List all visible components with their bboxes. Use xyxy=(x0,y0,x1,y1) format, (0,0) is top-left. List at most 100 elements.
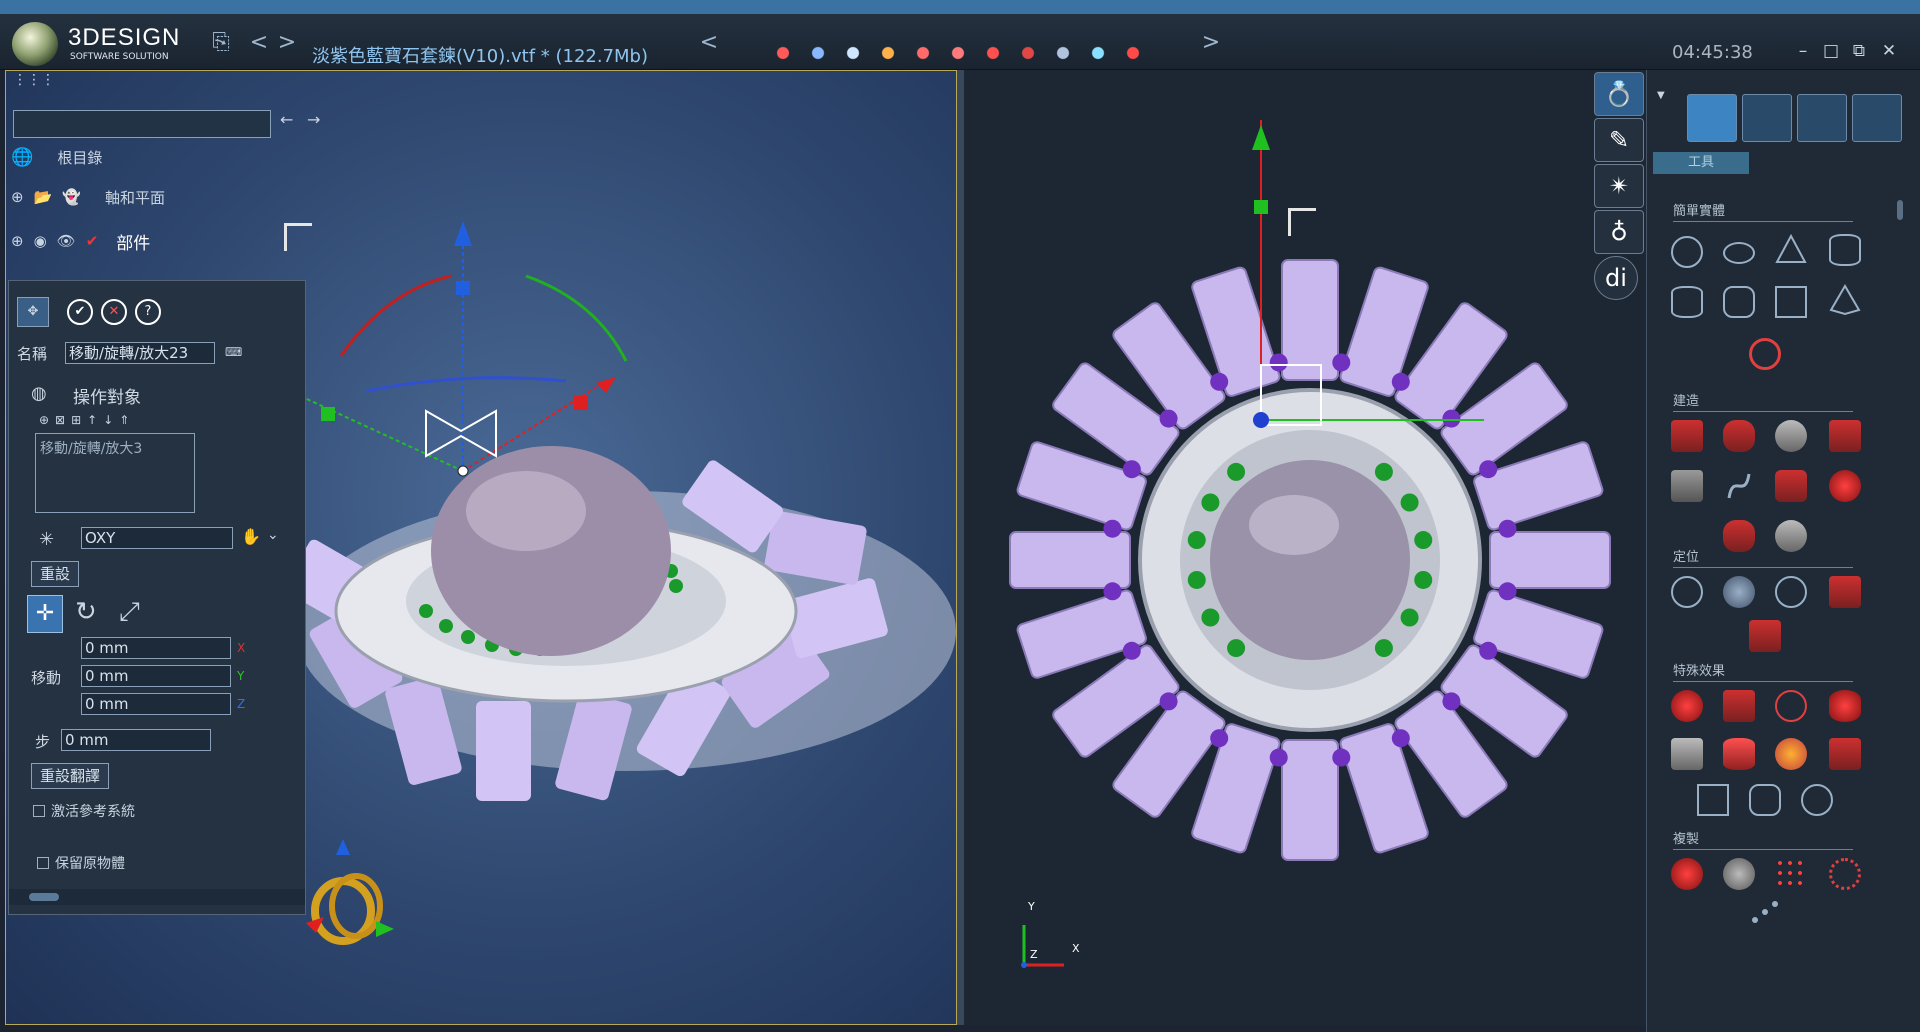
hand-icon[interactable]: ✋ xyxy=(241,527,261,546)
close-button[interactable]: ✕ xyxy=(1878,40,1900,62)
cube-icon[interactable] xyxy=(1775,286,1807,318)
sweep-icon[interactable] xyxy=(1829,420,1861,452)
tree-back-button[interactable]: ← xyxy=(280,110,293,129)
tools-scroll-thumb[interactable] xyxy=(1897,200,1903,220)
name-input[interactable]: 移動/旋轉/放大23 xyxy=(65,342,215,364)
revolve-icon[interactable] xyxy=(1775,420,1807,452)
cylinder-icon[interactable] xyxy=(1829,234,1861,266)
curve-tool-icon[interactable] xyxy=(805,40,831,66)
capsule-icon[interactable] xyxy=(1723,286,1755,318)
plane-input[interactable]: OXY xyxy=(81,527,233,549)
tree-item-axes[interactable]: ⊕ 📂 👻 軸和平面 xyxy=(11,184,165,210)
gem-tool-icon[interactable] xyxy=(840,40,866,66)
expand-icon[interactable]: ⊕ xyxy=(11,232,24,250)
wireframe-icon[interactable] xyxy=(1697,784,1729,816)
undo-button[interactable]: < xyxy=(246,30,272,56)
grid-array-icon[interactable] xyxy=(1775,858,1807,890)
texture-icon[interactable] xyxy=(1775,738,1807,770)
ok-icon[interactable]: ✔ xyxy=(67,299,93,325)
di-icon[interactable]: di xyxy=(1594,256,1638,300)
panel-scrollbar[interactable] xyxy=(9,889,305,905)
tree-item-root[interactable]: 🌐 根目錄 xyxy=(11,144,102,170)
pen-icon[interactable]: ✎ xyxy=(1594,118,1644,162)
loft-icon[interactable] xyxy=(1723,420,1755,452)
tree-search-input[interactable] xyxy=(13,110,271,138)
reset-translate-button[interactable]: 重設翻譯 xyxy=(31,763,110,789)
link-tool-icon[interactable] xyxy=(1050,40,1076,66)
lattice-icon[interactable] xyxy=(1801,784,1833,816)
network-icon[interactable]: ✴ xyxy=(1594,164,1644,208)
scale-mode-icon[interactable]: ⤢ xyxy=(119,597,140,628)
reset-button[interactable]: 重設 xyxy=(31,561,80,587)
rotate-mode-icon[interactable]: ↻ xyxy=(75,597,97,627)
checkbox-box[interactable] xyxy=(37,857,49,869)
target-list-item[interactable]: 移動/旋轉/放大3 xyxy=(36,434,194,462)
surface-icon[interactable] xyxy=(1775,470,1807,502)
voronoi-icon[interactable] xyxy=(1749,784,1781,816)
scrollbar-thumb[interactable] xyxy=(29,893,59,901)
pattern-icon[interactable] xyxy=(1829,738,1861,770)
flatten-icon[interactable] xyxy=(1829,690,1861,722)
cancel-icon[interactable]: ✕ xyxy=(101,299,127,325)
keep-original-checkbox[interactable]: 保留原物體 xyxy=(37,853,125,873)
tab-settings[interactable] xyxy=(1797,94,1847,142)
tab-gems[interactable] xyxy=(1742,94,1792,142)
mode-tab-label[interactable]: 工具 xyxy=(1653,152,1749,174)
material-tool-icon[interactable] xyxy=(875,40,901,66)
target-list-toolbar[interactable]: ⊕⊠⊞↑↓⇑ xyxy=(39,413,135,427)
mesh-tool-icon[interactable] xyxy=(1085,40,1111,66)
toolbar-scroll-right[interactable]: > xyxy=(1198,30,1224,56)
hole-icon[interactable] xyxy=(1671,738,1703,770)
move-y-input[interactable]: 0 mm xyxy=(81,665,231,687)
align-icon[interactable] xyxy=(1723,576,1755,608)
tree-item-parts[interactable]: ⊕ ◉ 👁 ✔ 部件 xyxy=(11,228,150,254)
render-ring-icon[interactable]: ♁ xyxy=(1594,210,1644,254)
extrude-icon[interactable] xyxy=(1671,420,1703,452)
boolean-icon[interactable] xyxy=(1671,690,1703,722)
pave-tool-icon[interactable] xyxy=(980,40,1006,66)
target-list[interactable]: 移動/旋轉/放大3 xyxy=(35,433,195,513)
cone-icon[interactable] xyxy=(1775,233,1807,266)
twist-icon[interactable] xyxy=(1775,690,1807,722)
move-z-input[interactable]: 0 mm xyxy=(81,693,231,715)
save-icon[interactable]: ⎘ xyxy=(208,30,234,56)
pipe-icon[interactable] xyxy=(1671,470,1703,502)
curve-sweep-icon[interactable] xyxy=(1723,470,1755,502)
tab-shapes[interactable] xyxy=(1687,94,1737,142)
sphere-icon[interactable] xyxy=(1671,236,1703,268)
path-array-icon[interactable] xyxy=(1749,900,1781,924)
redo-button[interactable]: > xyxy=(274,30,300,56)
transform-mode-icon[interactable]: ✥ xyxy=(17,297,49,327)
tree-forward-button[interactable]: → xyxy=(307,110,320,129)
grid-menu-icon[interactable]: ⋮⋮⋮ xyxy=(13,72,55,88)
project-icon[interactable] xyxy=(1749,620,1781,652)
pivot-icon[interactable] xyxy=(1671,576,1703,608)
torus-icon[interactable] xyxy=(1723,242,1755,264)
circular-array-icon[interactable] xyxy=(1829,858,1861,890)
checkbox-box[interactable] xyxy=(33,805,45,817)
ring-view-icon[interactable]: 💍 xyxy=(1594,72,1644,116)
minimize-button[interactable]: – xyxy=(1792,40,1814,62)
chevron-down-icon[interactable]: ⌄ xyxy=(267,527,279,543)
viewport-top[interactable]: Y X Z xyxy=(964,70,1646,1025)
restore-button[interactable]: ⧉ xyxy=(1848,40,1870,62)
move-mode-icon[interactable]: ✛ xyxy=(27,595,63,633)
place-on-icon[interactable] xyxy=(1775,576,1807,608)
shell-icon[interactable] xyxy=(1829,470,1861,502)
pyramid-icon[interactable] xyxy=(1829,284,1861,316)
spiral-tool-icon[interactable] xyxy=(910,40,936,66)
tab-render[interactable] xyxy=(1852,94,1902,142)
snap-icon[interactable] xyxy=(1829,576,1861,608)
deform-icon[interactable] xyxy=(1723,690,1755,722)
mirror-icon[interactable] xyxy=(1723,858,1755,890)
keyboard-icon[interactable]: ⌨ xyxy=(225,345,242,359)
toolbar-scroll-left[interactable]: < xyxy=(696,30,722,56)
viewport-splitter[interactable] xyxy=(957,70,964,1025)
tools-scrollbar[interactable] xyxy=(1895,180,1905,1010)
drop-tool-icon[interactable] xyxy=(945,40,971,66)
bail-tool-icon[interactable] xyxy=(1015,40,1041,66)
ring-primitive-icon[interactable] xyxy=(1749,338,1781,370)
checkmark-icon[interactable]: ✔ xyxy=(86,232,99,250)
array-tool-icon[interactable] xyxy=(1120,40,1146,66)
activate-ref-checkbox[interactable]: 激活參考系統 xyxy=(33,801,135,821)
